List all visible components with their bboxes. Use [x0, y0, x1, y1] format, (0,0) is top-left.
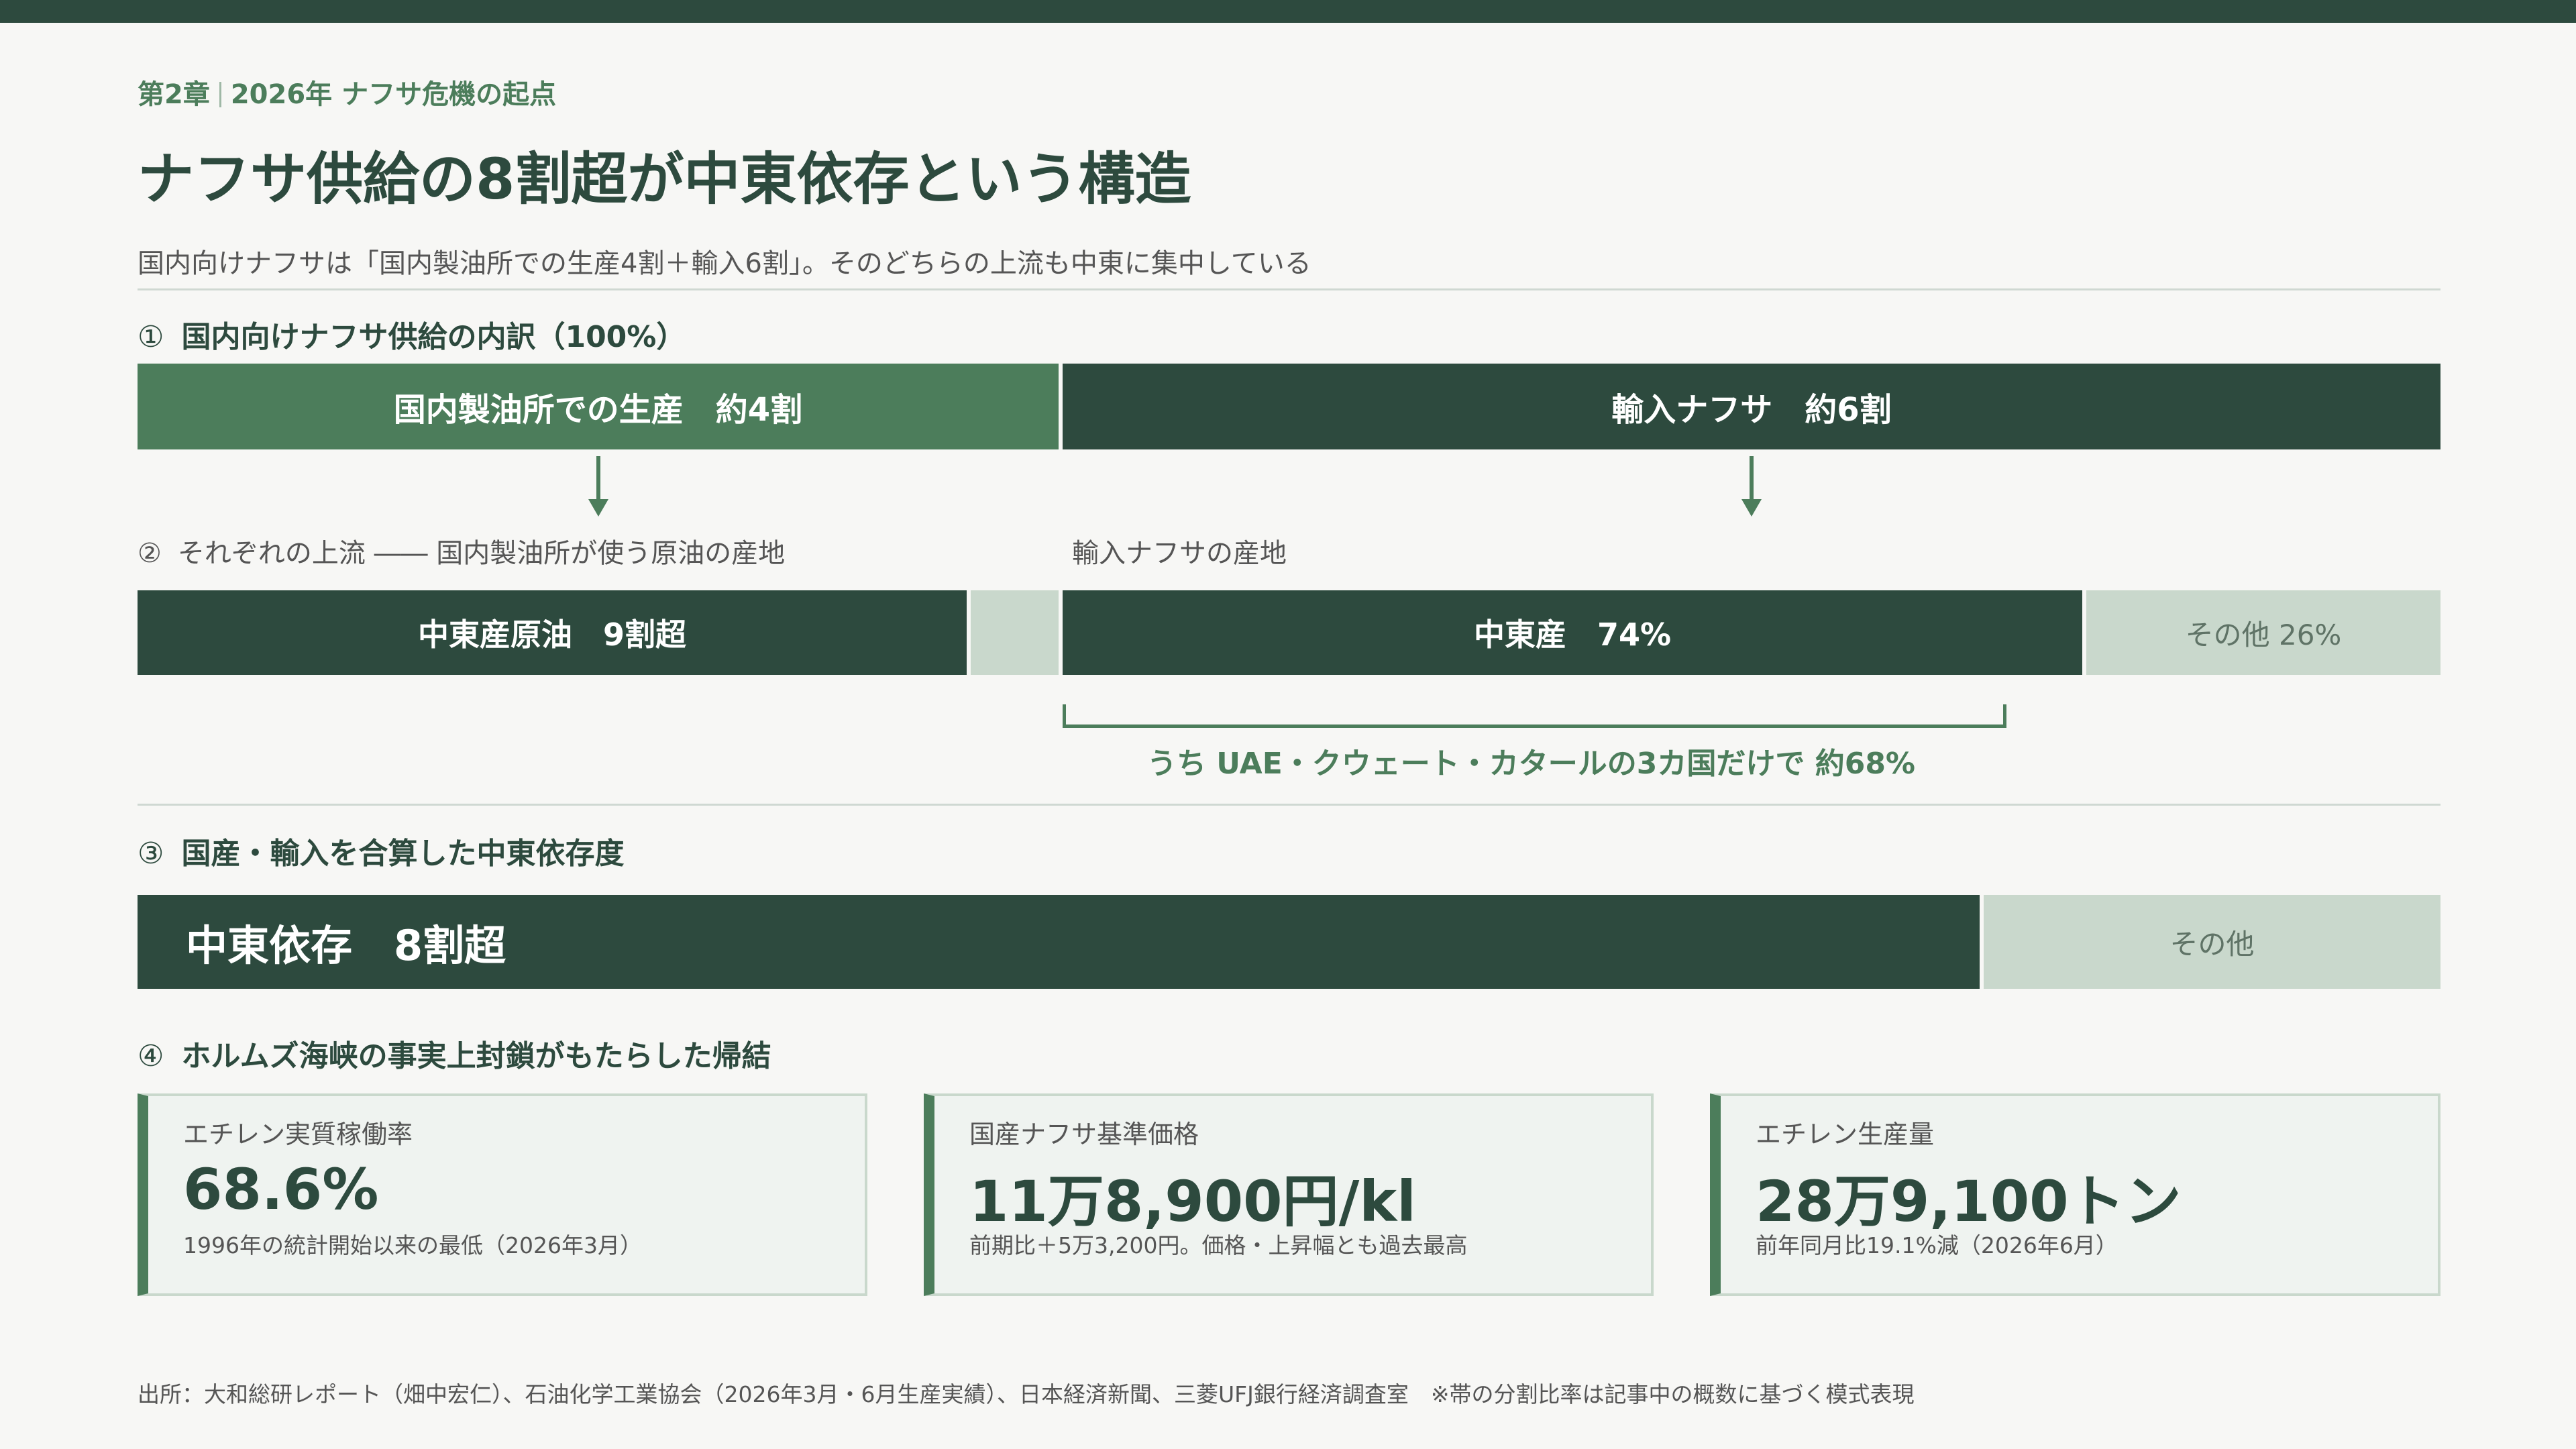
top-accent-bar [0, 0, 2576, 23]
imported-other-bar: その他 26% [2086, 590, 2440, 675]
metric-description: 1996年の統計開始以来の最低（2026年3月） [183, 1232, 642, 1258]
arrow-down-icon [585, 456, 612, 517]
domestic-mideast-bar: 中東産原油 9割超 [138, 590, 967, 675]
metric-card-ethylene-utilization: エチレン実質稼働率 68.6% 1996年の統計開始以来の最低（2026年3月） [138, 1093, 867, 1296]
domestic-mideast-label: 中東産原油 9割超 [417, 616, 686, 653]
metric-card-ethylene-output: エチレン生産量 28万9,100トン 前年同月比19.1%減（2026年6月） [1710, 1093, 2440, 1296]
supply-domestic-bar: 国内製油所での生産 約4割 [138, 364, 1059, 449]
lead-text: 国内向けナフサは「国内製油所での生産4割＋輸入6割」。そのどちらの上流も中東に集… [138, 248, 1311, 279]
imported-mideast-bar: 中東産 74% [1063, 590, 2082, 675]
section3-title: 国産・輸入を合算した中東依存度 [181, 837, 625, 871]
domestic-other-bar [971, 590, 1059, 675]
other-dependency-label: その他 [2169, 927, 2255, 961]
section2-imported-label: 輸入ナフサの産地 [1072, 538, 1287, 569]
three-country-bracket [1063, 704, 2006, 728]
section1-title: 国内向けナフサ供給の内訳（100%） [181, 320, 686, 354]
supply-domestic-label: 国内製油所での生産 約4割 [393, 391, 803, 429]
chapter-label: 第2章 2026年 ナフサ危機の起点 [138, 72, 556, 111]
section1-number: ① [138, 320, 164, 354]
section4-heading: ④ ホルムズ海峡の事実上封鎖がもたらした帰結 [138, 1032, 771, 1075]
metric-description: 前期比＋5万3,200円。価格・上昇幅とも過去最高 [969, 1232, 1468, 1258]
section1-heading: ① 国内向けナフサ供給の内訳（100%） [138, 313, 686, 356]
mideast-dependency-bar: 中東依存 8割超 [138, 895, 1980, 989]
metric-value: 28万9,100トン [1756, 1169, 2182, 1234]
section4-title: ホルムズ海峡の事実上封鎖がもたらした帰結 [181, 1039, 771, 1073]
supply-imported-bar: 輸入ナフサ 約6割 [1063, 364, 2440, 449]
metric-label: 国産ナフサ基準価格 [969, 1120, 1199, 1149]
metric-value: 11万8,900円/kl [969, 1169, 1416, 1234]
supply-imported-label: 輸入ナフサ 約6割 [1611, 391, 1892, 429]
metric-label: エチレン実質稼働率 [183, 1120, 413, 1149]
page-title: ナフサ供給の8割超が中東依存という構造 [138, 146, 1191, 212]
section3-heading: ③ 国産・輸入を合算した中東依存度 [138, 829, 624, 872]
imported-other-label: その他 26% [2185, 618, 2342, 651]
metric-value: 68.6% [183, 1157, 379, 1222]
metric-card-naphtha-price: 国産ナフサ基準価格 11万8,900円/kl 前期比＋5万3,200円。価格・上… [924, 1093, 1654, 1296]
source-note: 出所：大和総研レポート（畑中宏仁）、石油化学工業協会（2026年3月・6月生産実… [138, 1381, 1915, 1407]
section3-number: ③ [138, 837, 164, 871]
metric-label: エチレン生産量 [1756, 1120, 1935, 1149]
mideast-dependency-label: 中東依存 8割超 [186, 921, 506, 970]
chapter-topic: 2026年 ナフサ危機の起点 [230, 79, 557, 110]
imported-mideast-label: 中東産 74% [1473, 616, 1672, 653]
divider-top [138, 288, 2440, 290]
arrow-down-icon [1738, 456, 1765, 517]
chapter-separator [219, 82, 221, 107]
divider-middle [138, 804, 2440, 806]
chapter-number: 第2章 [138, 79, 210, 110]
three-country-note: うち UAE・クウェート・カタールの3カ国だけで 約68% [1146, 747, 1916, 781]
section2-number: ② [138, 538, 162, 569]
section2-domestic-label: それぞれの上流 ―― 国内製油所が使う原油の産地 [177, 538, 786, 569]
section4-number: ④ [138, 1039, 164, 1073]
section2-domestic-heading: ② それぞれの上流 ―― 国内製油所が使う原油の産地 [138, 531, 785, 570]
other-dependency-bar: その他 [1984, 895, 2440, 989]
metric-description: 前年同月比19.1%減（2026年6月） [1756, 1232, 2118, 1258]
